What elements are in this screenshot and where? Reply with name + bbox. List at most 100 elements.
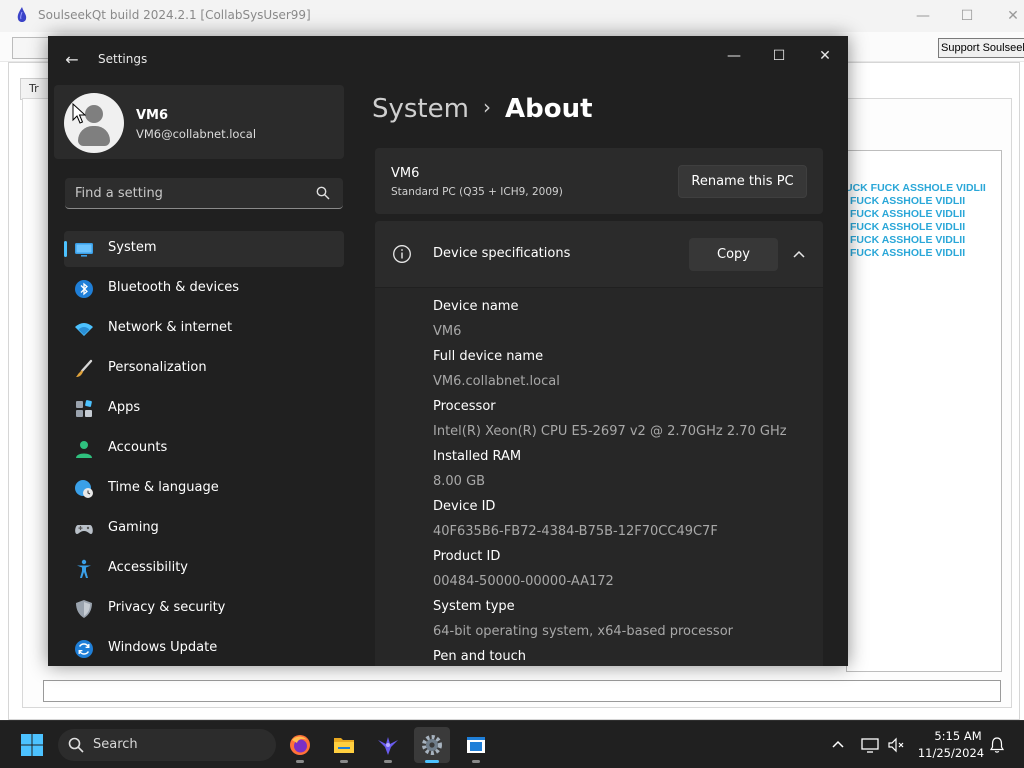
chat-log[interactable]: UCK FUCK ASSHOLE VIDLII FUCK ASSHOLE VID… [846, 150, 1002, 672]
nav-item-time-language[interactable]: Time & language [64, 471, 344, 507]
display-icon[interactable] [860, 735, 880, 755]
nav-item-gaming[interactable]: Gaming [64, 511, 344, 547]
folder-icon [334, 738, 354, 753]
spec-value: 00484-50000-00000-AA172 [433, 574, 614, 589]
device-specs-list: Device name VM6 Full device name VM6.col… [375, 288, 823, 666]
nav-label: Privacy & security [108, 600, 226, 615]
nav-item-apps[interactable]: Apps [64, 391, 344, 427]
pc-model: Standard PC (Q35 + ICH9, 2009) [391, 186, 563, 198]
chevron-up-icon[interactable] [828, 735, 848, 755]
minimize-button[interactable]: — [714, 42, 754, 70]
nav-item-accounts[interactable]: Accounts [64, 431, 344, 467]
nav-label: Windows Update [108, 640, 218, 655]
spec-label: Product ID [433, 549, 501, 564]
close-button[interactable]: ✕ [805, 42, 845, 70]
monitor-icon [75, 243, 93, 257]
chat-line: FUCK ASSHOLE VIDLII [850, 247, 966, 259]
soulseek-titlebar[interactable]: SoulseekQt build 2024.2.1 [CollabSysUser… [0, 0, 1024, 32]
taskbar-app-soulseek[interactable] [370, 727, 406, 763]
nav-label: Personalization [108, 360, 207, 375]
windows-start-icon[interactable] [20, 733, 44, 757]
window-app-icon [467, 737, 485, 753]
rename-pc-button[interactable]: Rename this PC [678, 165, 807, 198]
breadcrumb-parent[interactable]: System [372, 94, 469, 124]
settings-window: ← Settings — ☐ ✕ VM6 VM6@collabnet.local… [48, 36, 848, 666]
update-icon [75, 640, 93, 658]
nav-label: System [108, 240, 157, 255]
spec-label: Device name [433, 299, 519, 314]
nav-item-bluetooth[interactable]: Bluetooth & devices [64, 271, 344, 307]
profile-email: VM6@collabnet.local [136, 127, 257, 141]
clock-date[interactable]: 11/25/2024 [915, 746, 987, 760]
nav-label: Accounts [108, 440, 168, 455]
taskbar-app-file-explorer[interactable] [326, 727, 362, 763]
page-title: About [504, 94, 593, 124]
nav-item-windows-update[interactable]: Windows Update [64, 631, 344, 666]
chevron-up-icon[interactable] [791, 246, 807, 262]
spec-value: VM6.collabnet.local [433, 374, 560, 389]
chat-line: UCK FUCK ASSHOLE VIDLII [846, 182, 986, 194]
nav-item-privacy-security[interactable]: Privacy & security [64, 591, 344, 627]
chat-input[interactable] [43, 680, 1001, 702]
spec-value: VM6 [433, 324, 462, 339]
spec-label: Installed RAM [433, 449, 522, 464]
pc-name: VM6 [391, 166, 420, 181]
device-specs-title: Device specifications [433, 246, 571, 261]
spec-label: Device ID [433, 499, 496, 514]
spec-label: Processor [433, 399, 496, 414]
taskbar-search[interactable]: Search [58, 729, 276, 761]
bell-icon[interactable] [987, 735, 1007, 755]
chat-line: FUCK ASSHOLE VIDLII [850, 221, 966, 233]
taskbar: Search 5:15 AM 11/25/2024 [0, 720, 1024, 768]
close-button[interactable]: ✕ [998, 6, 1024, 26]
volume-muted-icon[interactable] [886, 735, 906, 755]
soulseek-bird-icon [378, 737, 398, 755]
clock-time[interactable]: 5:15 AM [930, 729, 986, 743]
back-arrow-icon[interactable]: ← [62, 50, 82, 70]
spec-value: 64-bit operating system, x64-based proce… [433, 624, 733, 639]
spec-value: 8.00 GB [433, 474, 486, 489]
soulseek-window-title: SoulseekQt build 2024.2.1 [CollabSysUser… [38, 8, 311, 22]
nav-label: Apps [108, 400, 141, 415]
nav-item-network[interactable]: Network & internet [64, 311, 344, 347]
firefox-icon [290, 735, 310, 755]
breadcrumb-separator: › [482, 95, 491, 119]
spec-label: System type [433, 599, 515, 614]
device-specs-header[interactable]: Device specifications Copy [375, 221, 823, 287]
search-input[interactable] [65, 178, 305, 208]
copy-button[interactable]: Copy [689, 238, 778, 271]
nav-label: Bluetooth & devices [108, 280, 239, 295]
maximize-button[interactable]: ☐ [952, 6, 982, 26]
chat-line: FUCK ASSHOLE VIDLII [850, 195, 966, 207]
gamepad-icon [75, 525, 93, 534]
settings-search-box[interactable] [65, 178, 343, 209]
spec-value: 40F635B6-FB72-4384-B75B-12F70CC49C7F [433, 524, 718, 539]
soulseek-logo-icon [17, 7, 27, 22]
maximize-button[interactable]: ☐ [759, 42, 799, 70]
nav-label: Network & internet [108, 320, 233, 335]
taskbar-app-window[interactable] [458, 727, 494, 763]
taskbar-app-settings[interactable] [414, 727, 450, 763]
minimize-button[interactable]: — [908, 6, 938, 26]
nav-item-accessibility[interactable]: Accessibility [64, 551, 344, 587]
support-soulseek-button[interactable]: Support Soulseek [938, 38, 1024, 58]
mouse-cursor-icon [72, 103, 86, 124]
search-icon[interactable] [316, 186, 330, 200]
taskbar-search-label: Search [93, 737, 138, 752]
apps-icon [76, 400, 92, 417]
person-icon [76, 441, 92, 458]
wifi-icon [75, 323, 93, 336]
nav-label: Accessibility [108, 560, 188, 575]
nav-label: Gaming [108, 520, 159, 535]
settings-app-title: Settings [98, 52, 148, 66]
profile-card[interactable]: VM6 VM6@collabnet.local [54, 85, 344, 159]
gear-icon [422, 735, 442, 755]
nav-item-system[interactable]: System [64, 231, 344, 267]
info-icon [393, 245, 411, 263]
nav-item-personalization[interactable]: Personalization [64, 351, 344, 387]
soulseek-toolbar-button[interactable] [12, 37, 52, 59]
taskbar-app-firefox[interactable] [282, 727, 318, 763]
search-icon [68, 737, 84, 753]
chat-line: FUCK ASSHOLE VIDLII [850, 234, 966, 246]
bluetooth-icon [75, 280, 93, 298]
